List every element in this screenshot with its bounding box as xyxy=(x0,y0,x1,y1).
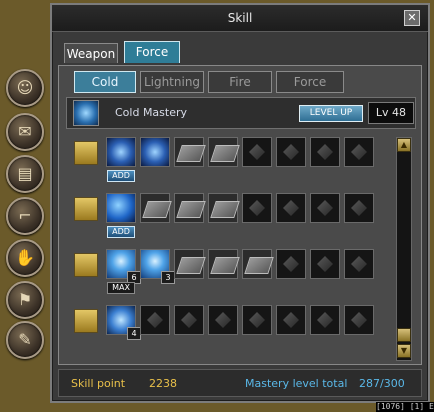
mastery-bar: Cold Mastery LEVEL UP Lv 48 xyxy=(66,97,416,129)
handshake-icon: ✋ xyxy=(15,248,35,267)
skill-count: 3 xyxy=(161,271,175,284)
cold-mastery-icon xyxy=(73,100,99,126)
window-title: Skill xyxy=(227,11,253,25)
inventory-icon: ✉ xyxy=(18,122,32,141)
skill-slot[interactable] xyxy=(174,249,204,279)
skill-slot[interactable] xyxy=(208,249,238,279)
skill-slot[interactable] xyxy=(276,193,306,223)
skill-slot[interactable] xyxy=(242,137,272,167)
skill-group-icon xyxy=(74,141,98,165)
status-corner-text: [1076] [1] Ev xyxy=(376,402,434,412)
skill-slot[interactable] xyxy=(174,193,204,223)
mastery-level: Lv 48 xyxy=(368,102,414,124)
close-button[interactable]: ✕ xyxy=(404,10,420,26)
skill-group-icon xyxy=(74,197,98,221)
side-button-options[interactable]: ✎ xyxy=(6,321,44,359)
skill-slot[interactable] xyxy=(344,249,374,279)
skill-slot[interactable] xyxy=(106,193,136,223)
subtab-cold[interactable]: Cold xyxy=(74,71,136,93)
side-button-map[interactable]: ▤ xyxy=(6,155,44,193)
skill-slot[interactable] xyxy=(140,305,170,335)
skill-slot[interactable]: 6 xyxy=(106,249,141,284)
subtab-fire[interactable]: Fire xyxy=(208,71,272,93)
boots-icon: ⌐ xyxy=(18,206,32,225)
skill-window: Skill ✕ Weapon Force Cold Lightning Fire… xyxy=(50,3,430,403)
scroll-up-arrow[interactable]: ▲ xyxy=(397,138,411,152)
skill-scrollbar[interactable]: ▲ ▼ xyxy=(396,137,412,361)
skill-slot[interactable] xyxy=(174,305,204,335)
guild-icon: ⚑ xyxy=(17,290,33,309)
add-skill-button[interactable]: ADD xyxy=(107,170,135,182)
skill-slot[interactable] xyxy=(276,305,306,335)
skill-slot[interactable] xyxy=(310,249,340,279)
skill-slot[interactable] xyxy=(344,193,374,223)
skill-group-icon xyxy=(74,309,98,333)
title-bar[interactable]: Skill ✕ xyxy=(52,5,428,32)
mastery-name: Cold Mastery xyxy=(115,106,188,119)
character-icon: ☺ xyxy=(16,78,34,97)
subtab-force[interactable]: Force xyxy=(276,71,344,93)
skill-point-value: 2238 xyxy=(149,377,177,390)
skill-slot[interactable] xyxy=(140,137,170,167)
skill-group-icon xyxy=(74,253,98,277)
tab-force[interactable]: Force xyxy=(124,41,180,63)
mastery-total-label: Mastery level total xyxy=(245,377,348,390)
tab-weapon[interactable]: Weapon xyxy=(64,43,118,63)
skill-slot[interactable] xyxy=(242,249,272,279)
side-button-handshake[interactable]: ✋ xyxy=(6,239,44,277)
side-button-guild[interactable]: ⚑ xyxy=(6,281,44,319)
skill-slot[interactable] xyxy=(344,305,374,335)
skill-count: 4 xyxy=(127,327,141,340)
options-icon: ✎ xyxy=(18,330,32,349)
skill-slot[interactable] xyxy=(106,137,136,167)
max-skill-label: MAX xyxy=(107,282,135,294)
subtab-lightning[interactable]: Lightning xyxy=(140,71,204,93)
skill-slot[interactable] xyxy=(242,193,272,223)
skill-slot[interactable] xyxy=(310,305,340,335)
skill-slot[interactable]: 4 xyxy=(106,305,141,340)
side-button-character[interactable]: ☺ xyxy=(6,69,44,107)
skill-slot[interactable] xyxy=(174,137,204,167)
skill-slot[interactable] xyxy=(344,137,374,167)
mastery-total-value: 287/300 xyxy=(359,377,405,390)
skill-slot[interactable] xyxy=(310,193,340,223)
side-button-boots[interactable]: ⌐ xyxy=(6,197,44,235)
scroll-thumb[interactable] xyxy=(397,328,411,342)
skill-slot[interactable] xyxy=(140,193,170,223)
skill-slot[interactable]: 3 xyxy=(140,249,175,284)
skill-slot[interactable] xyxy=(208,193,238,223)
skill-slot[interactable] xyxy=(208,305,238,335)
skill-slot[interactable] xyxy=(208,137,238,167)
skill-slot[interactable] xyxy=(310,137,340,167)
skill-slot[interactable] xyxy=(276,137,306,167)
scroll-down-arrow[interactable]: ▼ xyxy=(397,344,411,358)
add-skill-button[interactable]: ADD xyxy=(107,226,135,238)
map-icon: ▤ xyxy=(17,164,33,183)
level-up-button[interactable]: LEVEL UP xyxy=(299,105,363,122)
skill-footer: Skill point 2238 Mastery level total 287… xyxy=(58,369,422,397)
skill-point-label: Skill point xyxy=(71,377,126,390)
skill-grid: ADD ADD 6 3 MAX 4 xyxy=(68,137,398,363)
skill-slot[interactable] xyxy=(276,249,306,279)
skill-slot[interactable] xyxy=(242,305,272,335)
side-button-inventory[interactable]: ✉ xyxy=(6,113,44,151)
